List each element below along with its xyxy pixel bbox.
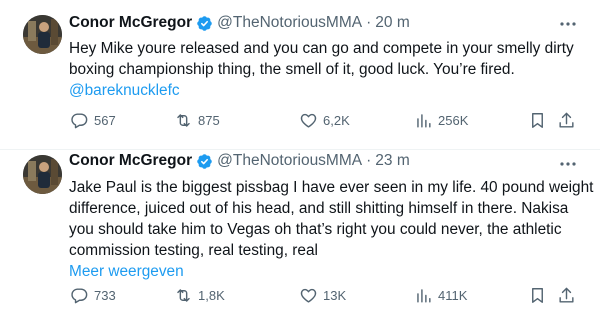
tweet-text-line: you should take him to Vegas oh that’s r…: [69, 221, 562, 238]
retweet-button[interactable]: 1,8K: [174, 283, 225, 307]
tweet-text-line: difference, juiced out of his head, and …: [69, 200, 569, 217]
author-name[interactable]: Conor McGregor: [69, 152, 192, 170]
separator-dot: ·: [366, 152, 372, 169]
retweet-icon: [177, 288, 190, 302]
reply-button[interactable]: 733: [70, 283, 116, 307]
mention-link[interactable]: @bareknucklefc: [69, 80, 569, 101]
bookmark-button[interactable]: [528, 283, 547, 307]
timestamp[interactable]: 23 m: [375, 152, 409, 170]
bookmark-icon: [532, 287, 543, 303]
reply-count: 733: [94, 287, 116, 303]
author-name[interactable]: Conor McGregor: [69, 14, 192, 32]
tweet-text: Jake Paul is the biggest pissbag I have …: [69, 177, 594, 282]
tweet-text-line: Hey Mike youre released and you can go a…: [69, 40, 574, 57]
like-count: 13K: [323, 287, 347, 303]
reply-icon: [71, 112, 88, 128]
reply-icon: [71, 287, 88, 303]
like-count: 6,2K: [323, 112, 350, 128]
author-handle[interactable]: @TheNotoriousMMA: [217, 14, 362, 32]
retweet-button[interactable]: 875: [174, 108, 220, 132]
separator-dot: ·: [366, 14, 372, 31]
show-more-link[interactable]: Meer weergeven: [69, 261, 569, 282]
share-icon: [559, 112, 574, 128]
reply-count: 567: [94, 112, 116, 128]
views-chart-icon: [417, 113, 431, 128]
retweet-count: 875: [198, 112, 220, 128]
tweet-actions: 733 1,8K 13K 411K: [66, 283, 586, 307]
tweet-text-line: commission testing, real testing, real: [69, 242, 318, 259]
like-button[interactable]: 13K: [299, 283, 346, 307]
heart-icon: [300, 288, 317, 303]
views-button[interactable]: 256K: [414, 108, 468, 132]
retweet-count: 1,8K: [198, 287, 225, 303]
like-button[interactable]: 6,2K: [299, 108, 350, 132]
tweet-text-line: Jake Paul is the biggest pissbag I have …: [69, 179, 594, 196]
tweet-text: Hey Mike youre released and you can go a…: [69, 38, 574, 101]
tweet-header: Conor McGregor @TheNotoriousMMA · 20 m: [69, 12, 410, 34]
retweet-icon: [177, 113, 190, 127]
bookmark-icon: [532, 112, 543, 128]
share-icon: [559, 287, 574, 303]
views-button[interactable]: 411K: [414, 283, 467, 307]
share-button[interactable]: [557, 283, 576, 307]
verified-badge-icon: [197, 153, 212, 169]
tweet[interactable]: Conor McGregor @TheNotoriousMMA · 20 m H…: [0, 0, 600, 149]
bookmark-button[interactable]: [528, 108, 547, 132]
timestamp[interactable]: 20 m: [375, 14, 409, 32]
avatar[interactable]: [23, 155, 62, 194]
tweet-header: Conor McGregor @TheNotoriousMMA · 23 m: [69, 150, 410, 172]
tweet-actions: 567 875 6,2K 256K: [66, 108, 586, 132]
views-chart-icon: [417, 288, 431, 303]
more-dots-icon[interactable]: [558, 14, 578, 34]
tweet-text-line: boxing championship thing, the smell of …: [69, 61, 515, 78]
views-count: 411K: [438, 287, 468, 303]
reply-button[interactable]: 567: [70, 108, 116, 132]
tweet[interactable]: Conor McGregor @TheNotoriousMMA · 23 m J…: [0, 150, 600, 321]
more-dots-icon[interactable]: [558, 154, 578, 174]
heart-icon: [300, 113, 317, 128]
verified-badge-icon: [197, 15, 212, 31]
author-handle[interactable]: @TheNotoriousMMA: [217, 152, 362, 170]
views-count: 256K: [438, 112, 469, 128]
avatar[interactable]: [23, 15, 62, 54]
share-button[interactable]: [557, 108, 576, 132]
